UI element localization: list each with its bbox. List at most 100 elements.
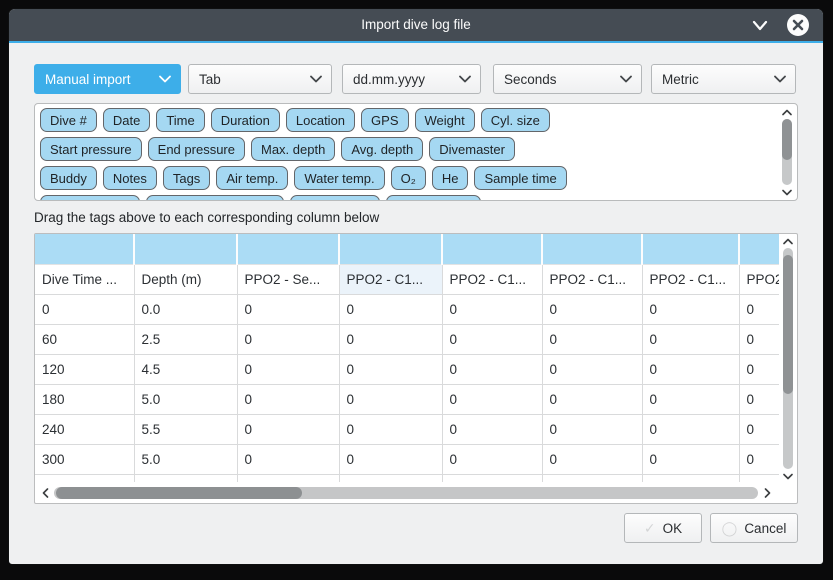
scroll-down-icon[interactable]	[782, 187, 792, 197]
table-row: 602.5000000	[35, 324, 779, 354]
cell: 0	[237, 294, 339, 324]
tags-container: Dive #DateTime DurationLocationGPS WeightC…	[34, 103, 798, 201]
tag-row: Start pressureEnd pressureMax. depthAvg.…	[40, 137, 773, 161]
import-mode-value: Manual import	[45, 72, 131, 87]
scrollbar-track[interactable]	[54, 487, 758, 499]
units-select[interactable]: Metric	[651, 64, 796, 94]
tag-sample-temperature[interactable]: Sample temperature	[146, 195, 284, 201]
cell: 0	[739, 354, 779, 384]
scrollbar-thumb[interactable]	[782, 119, 792, 160]
table-horizontal-scrollbar[interactable]	[39, 486, 773, 499]
cell: 0	[542, 444, 642, 474]
cell: 300	[35, 444, 134, 474]
tag-sample-time[interactable]: Sample time	[474, 166, 566, 190]
close-button[interactable]	[787, 14, 809, 36]
tag-duration[interactable]: Duration	[211, 108, 280, 132]
cell: 0	[339, 354, 442, 384]
tag-tags[interactable]: Tags	[163, 166, 210, 190]
date-format-select[interactable]: dd.mm.yyyy	[342, 64, 481, 94]
scrollbar-thumb[interactable]	[783, 255, 793, 394]
table-row-partial	[35, 474, 779, 482]
cell: 0	[542, 324, 642, 354]
cell: 0	[339, 384, 442, 414]
cell: 240	[35, 414, 134, 444]
tag-sample-po[interactable]: Sample pO₂	[290, 195, 380, 201]
cell: 0	[739, 324, 779, 354]
cell: 0	[542, 414, 642, 444]
cell: 5.0	[134, 444, 237, 474]
tag-air-temp[interactable]: Air temp.	[216, 166, 288, 190]
cell: 0	[642, 354, 739, 384]
drop-target-cell[interactable]	[339, 234, 442, 264]
cell: 0	[739, 384, 779, 414]
tag-he[interactable]: He	[432, 166, 469, 190]
drop-target-row	[35, 234, 779, 264]
chevron-down-icon[interactable]	[751, 19, 769, 32]
tags-rows: Dive #DateTime DurationLocationGPS WeightC…	[40, 108, 773, 201]
drop-target-cell[interactable]	[35, 234, 134, 264]
tag-o[interactable]: O₂	[391, 166, 426, 190]
drop-target-cell[interactable]	[739, 234, 779, 264]
tag-sample-depth[interactable]: Sample depth	[40, 195, 140, 201]
drag-instruction: Drag the tags above to each correspondin…	[34, 210, 798, 225]
tag-end-pressure[interactable]: End pressure	[148, 137, 245, 161]
tag-location[interactable]: Location	[286, 108, 355, 132]
tag-divemaster[interactable]: Divemaster	[429, 137, 515, 161]
scrollbar-track[interactable]	[783, 248, 793, 469]
chevron-down-icon	[774, 75, 786, 83]
cell: 0	[442, 414, 542, 444]
window-title: Import dive log file	[9, 9, 823, 41]
tag-avg-depth[interactable]: Avg. depth	[341, 137, 423, 161]
tag-gps[interactable]: GPS	[361, 108, 408, 132]
scroll-up-icon[interactable]	[783, 236, 793, 246]
cell: 0	[237, 414, 339, 444]
scrollbar-track[interactable]	[782, 119, 792, 185]
tag-dive[interactable]: Dive #	[40, 108, 97, 132]
cell: 0	[642, 444, 739, 474]
cell: 180	[35, 384, 134, 414]
cancel-button[interactable]: ◯Cancel	[710, 513, 798, 543]
drop-target-cell[interactable]	[237, 234, 339, 264]
cell	[237, 474, 339, 482]
scrollbar-thumb[interactable]	[56, 487, 302, 499]
cell: 60	[35, 324, 134, 354]
tag-water-temp[interactable]: Water temp.	[294, 166, 384, 190]
scroll-left-icon[interactable]	[39, 486, 51, 499]
drop-target-cell[interactable]	[442, 234, 542, 264]
field-separator-select[interactable]: Tab	[188, 64, 332, 94]
tag-buddy[interactable]: Buddy	[40, 166, 97, 190]
column-header: PPO2 - C1...	[339, 264, 442, 294]
cell: 0	[339, 294, 442, 324]
tag-notes[interactable]: Notes	[103, 166, 157, 190]
table-vertical-scrollbar[interactable]	[781, 236, 795, 481]
scroll-up-icon[interactable]	[782, 107, 792, 117]
tag-start-pressure[interactable]: Start pressure	[40, 137, 142, 161]
scroll-right-icon[interactable]	[761, 486, 773, 499]
table-row: 1204.5000000	[35, 354, 779, 384]
tag-sample-cns[interactable]: Sample CNS	[386, 195, 481, 201]
drop-target-cell[interactable]	[642, 234, 739, 264]
drop-target-cell[interactable]	[134, 234, 237, 264]
tag-time[interactable]: Time	[156, 108, 204, 132]
tag-cyl-size[interactable]: Cyl. size	[481, 108, 550, 132]
cell: 0	[237, 324, 339, 354]
tag-row: Sample depth Sample temperature Sample pO₂…	[40, 195, 773, 201]
import-mode-select[interactable]: Manual import	[34, 64, 181, 94]
ok-label: OK	[663, 521, 683, 536]
duration-format-select[interactable]: Seconds	[493, 64, 642, 94]
tag-weight[interactable]: Weight	[415, 108, 475, 132]
ok-button[interactable]: ✓OK	[624, 513, 702, 543]
cell	[642, 474, 739, 482]
drop-target-cell[interactable]	[542, 234, 642, 264]
cell: 0	[237, 354, 339, 384]
cell	[442, 474, 542, 482]
import-options-row: Manual import Tab dd.mm.yyyy Seconds Met…	[34, 64, 798, 94]
cell: 0	[442, 384, 542, 414]
titlebar[interactable]: Import dive log file	[9, 9, 823, 41]
column-header: Depth (m)	[134, 264, 237, 294]
field-separator-value: Tab	[199, 72, 221, 87]
tag-date[interactable]: Date	[103, 108, 150, 132]
tag-max-depth[interactable]: Max. depth	[251, 137, 335, 161]
tags-vertical-scrollbar[interactable]	[780, 107, 794, 197]
scroll-down-icon[interactable]	[783, 471, 793, 481]
